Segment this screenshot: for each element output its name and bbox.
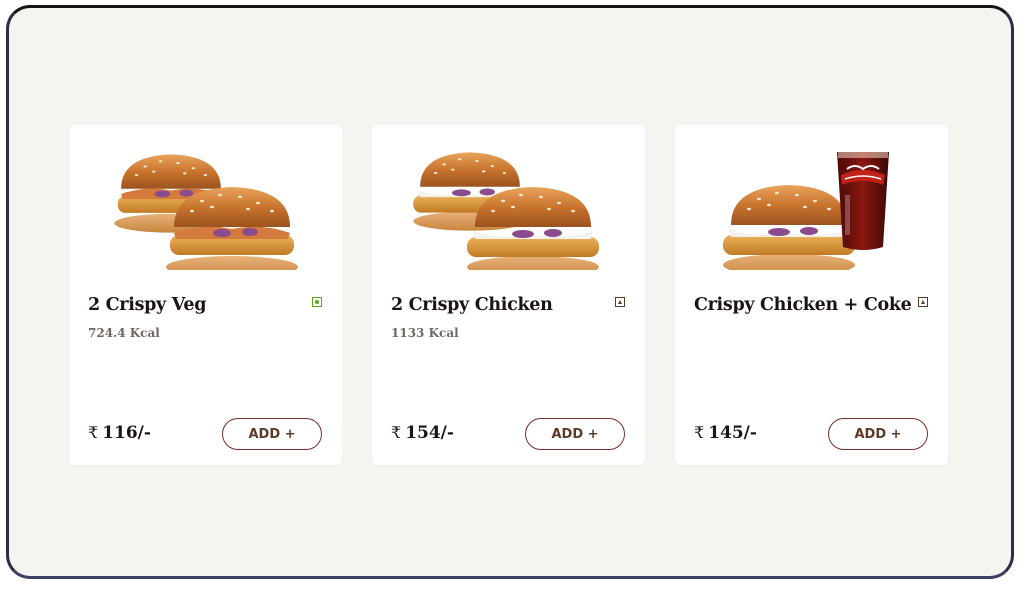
add-button[interactable]: ADD + [222,418,322,450]
product-price: ₹145/- [694,423,757,443]
product-calories: 1133 Kcal [391,326,459,340]
product-price: ₹154/- [391,423,454,443]
rupee-icon: ₹ [88,423,99,442]
burger-image [114,154,298,270]
product-title: Crispy Chicken + Coke [694,295,912,315]
burger-image [413,152,599,270]
coke-glass-icon [837,152,889,250]
price-value: 145/- [708,423,757,443]
rupee-icon: ₹ [694,423,705,442]
burger-and-coke-image [723,152,889,270]
product-calories: 724.4 Kcal [88,326,160,340]
add-button[interactable]: ADD + [525,418,625,450]
product-title: 2 Crispy Chicken [391,295,553,315]
add-button[interactable]: ADD + [828,418,928,450]
price-value: 116/- [102,423,151,443]
product-card-crispy-chicken-coke[interactable]: Crispy Chicken + Coke ₹145/- ADD + [675,125,948,465]
product-title: 2 Crispy Veg [88,295,207,315]
product-card-crispy-veg[interactable]: 2 Crispy Veg 724.4 Kcal ₹116/- ADD + [69,125,342,465]
non-veg-indicator-icon [615,297,625,307]
rupee-icon: ₹ [391,423,402,442]
product-card-crispy-chicken[interactable]: 2 Crispy Chicken 1133 Kcal ₹154/- ADD + [372,125,645,465]
veg-indicator-icon [312,297,322,307]
price-value: 154/- [405,423,454,443]
non-veg-indicator-icon [918,297,928,307]
product-price: ₹116/- [88,423,151,443]
